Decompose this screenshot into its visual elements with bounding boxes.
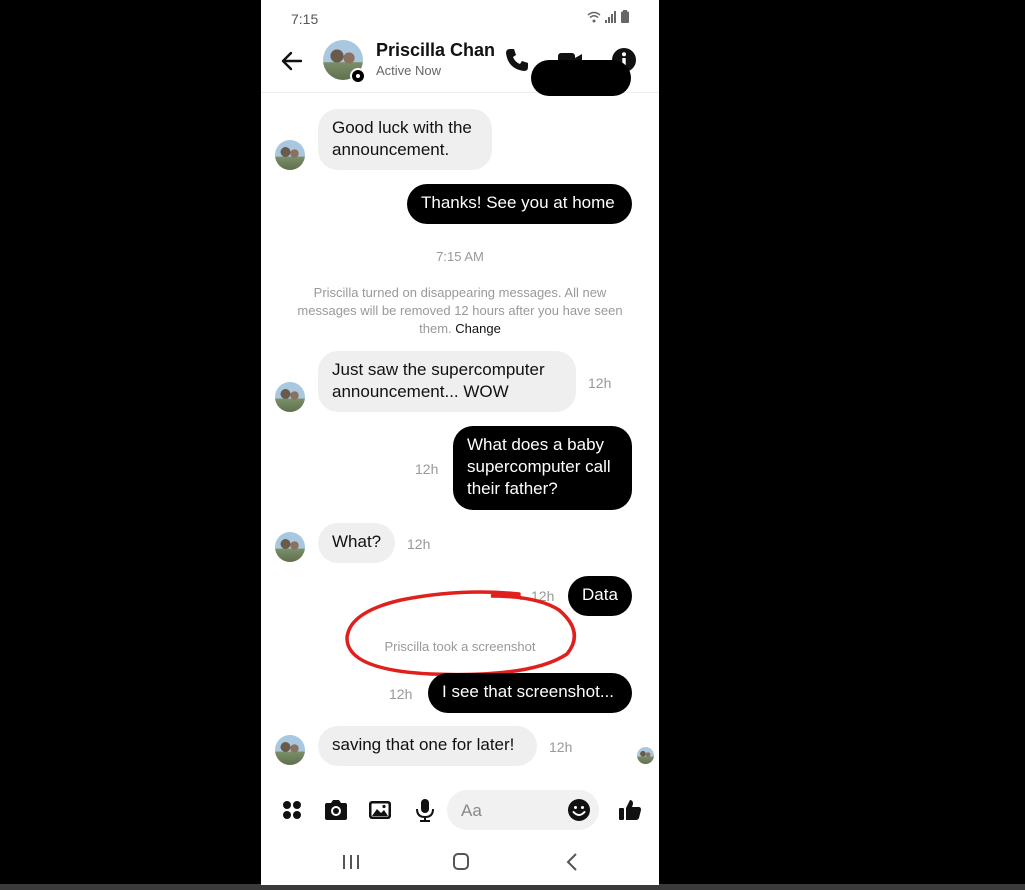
outgoing-message[interactable]: Thanks! See you at home [407,184,632,224]
wifi-icon [587,11,601,22]
contact-active-status: Active Now [376,63,442,78]
time-divider: 7:15 AM [436,249,484,264]
change-link[interactable]: Change [455,321,501,336]
status-bar: 7:15 [261,0,659,36]
thumbs-up-icon[interactable] [617,797,643,823]
emoji-icon[interactable] [567,798,591,822]
back-nav-icon[interactable] [558,850,588,874]
sender-avatar [275,735,305,765]
red-circle-annotation [345,590,577,677]
battery-icon [621,10,629,23]
sender-avatar [275,382,305,412]
sender-avatar [275,532,305,562]
signal-icon [605,10,616,23]
camera-icon[interactable] [323,797,349,823]
contact-name[interactable]: Priscilla Chan [376,40,495,61]
incoming-message[interactable]: Just saw the supercomputer announcement.… [318,351,576,412]
message-timestamp: 12h [407,536,431,552]
recent-apps-icon[interactable] [336,850,366,874]
message-input-box[interactable] [447,790,599,830]
outgoing-message[interactable]: I see that screenshot... [428,673,632,713]
status-time: 7:15 [291,11,319,27]
message-timestamp: 12h [549,739,573,755]
back-arrow-icon[interactable] [279,48,305,74]
seen-receipt-avatar [637,747,654,764]
microphone-icon[interactable] [412,797,438,823]
home-icon[interactable] [446,850,476,874]
disappearing-messages-notice: Priscilla turned on disappearing message… [289,284,631,338]
message-composer [261,785,659,835]
message-timestamp: 12h [415,461,439,477]
phone-icon[interactable] [503,46,531,74]
status-icons [587,10,629,23]
image-icon[interactable] [367,797,393,823]
incoming-message[interactable]: Good luck with the announcement. [318,109,492,170]
previous-message-bubble [531,60,631,96]
outgoing-message[interactable]: What does a baby supercomputer call thei… [453,426,632,510]
phone-screen: 7:15 Priscilla Chan Active Now Good luck… [261,0,659,885]
active-status-indicator [350,68,366,84]
sender-avatar [275,140,305,170]
message-timestamp: 12h [588,375,612,391]
four-dots-icon[interactable] [279,797,305,823]
message-input[interactable] [459,798,563,824]
message-timestamp: 12h [389,686,413,702]
android-nav-bar [261,840,659,885]
incoming-message[interactable]: What? [318,523,395,563]
incoming-message[interactable]: saving that one for later! [318,726,537,766]
